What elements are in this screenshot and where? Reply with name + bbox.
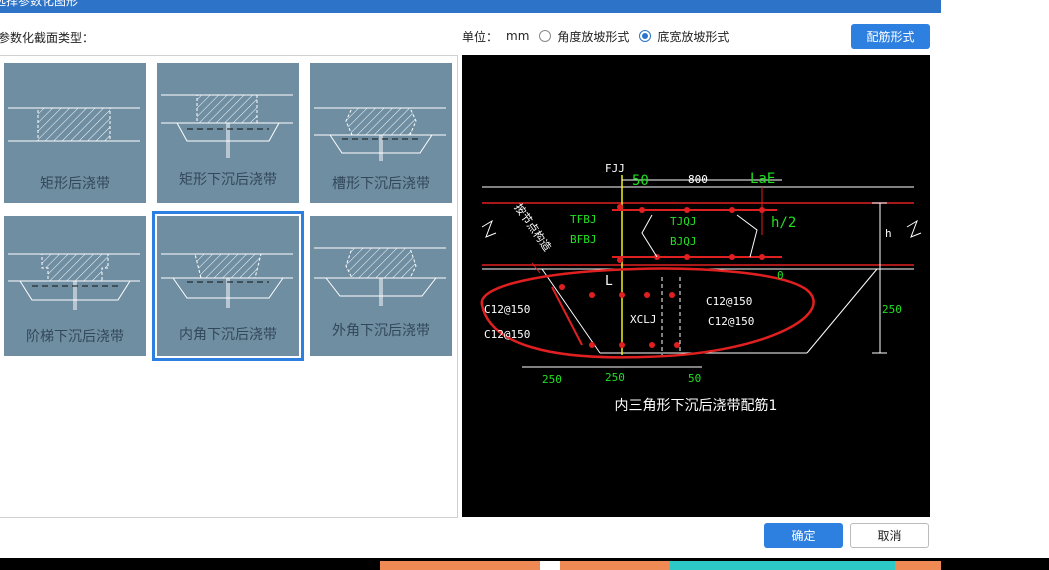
tile-trough-sunk-pour-strip[interactable]: 槽形下沉后浇带 [310, 63, 452, 203]
dialog-title: 选择参数化图形 [0, 0, 79, 8]
tile-inner-corner-sunk-pour-strip[interactable]: 内角下沉后浇带 [152, 211, 304, 361]
zero-label: 0 [777, 269, 784, 282]
h-half-label: h/2 [771, 215, 796, 231]
tile-stepped-sunk-pour-strip[interactable]: 阶梯下沉后浇带 [4, 216, 146, 356]
background-window [941, 0, 1049, 558]
preview-caption: 内三角形下沉后浇带配筋1 [614, 398, 778, 414]
radio-angle-slope[interactable] [539, 30, 552, 42]
section-preview: FJJ 50 800 LaE TFBJ TJQJ h/2 h BFBJ BJQJ… [462, 55, 930, 517]
l-label: L [605, 274, 613, 289]
tile-label: 阶梯下沉后浇带 [26, 329, 124, 345]
unit-value: mm [506, 29, 530, 43]
node-detail-label: 按节点构造 [512, 201, 555, 254]
tile-label: 矩形后浇带 [40, 176, 110, 192]
c12-left-2: C12@150 [484, 328, 530, 341]
fjj-label: FJJ [605, 162, 625, 175]
tile-label: 槽形下沉后浇带 [332, 176, 430, 192]
unit-row: 单位： mm 角度放坡形式 底宽放坡形式 [462, 27, 739, 45]
c12-right-2: C12@150 [708, 315, 754, 328]
bjqj-label: BJQJ [670, 235, 697, 248]
c12-right-1: C12@150 [706, 295, 752, 308]
section-label: 参数化截面类型： [0, 31, 95, 45]
bfbj-label: BFBJ [570, 233, 597, 246]
background-canvas-strip [0, 558, 1049, 570]
dim-50-top: 50 [632, 173, 649, 189]
rebar-form-button[interactable]: 配筋形式 [851, 24, 930, 49]
dim-50-bottom: 50 [688, 372, 701, 385]
xclj-label: XCLJ [630, 313, 657, 326]
cancel-button[interactable]: 取消 [850, 523, 929, 548]
radio-width-slope[interactable] [639, 30, 652, 42]
radio-angle-slope-label[interactable]: 角度放坡形式 [557, 28, 629, 45]
tile-label: 矩形下沉后浇带 [179, 172, 277, 188]
radio-width-slope-label[interactable]: 底宽放坡形式 [657, 28, 729, 45]
dim-250-b: 250 [605, 371, 625, 384]
dim-250-a: 250 [542, 373, 562, 386]
dim-800: 800 [688, 173, 708, 186]
tfbj-label: TFBJ [570, 213, 597, 226]
c12-left-1: C12@150 [484, 303, 530, 316]
rebar-diagram: FJJ 50 800 LaE TFBJ TJQJ h/2 h BFBJ BJQJ… [480, 162, 922, 386]
section-type-grid: 矩形后浇带 矩形下沉后浇带 槽形下沉后浇带 阶梯下沉后浇带 内角下沉后浇带 外角… [0, 55, 458, 518]
tile-rect-sunk-pour-strip[interactable]: 矩形下沉后浇带 [157, 63, 299, 203]
tjqj-label: TJQJ [670, 215, 697, 228]
tile-outer-corner-sunk-pour-strip[interactable]: 外角下沉后浇带 [310, 216, 452, 356]
tile-label: 内角下沉后浇带 [179, 327, 277, 343]
h-label: h [885, 227, 892, 240]
dialog: 选择参数化图形 参数化截面类型： 单位： mm 角度放坡形式 底宽放坡形式 配筋… [0, 0, 941, 558]
unit-label: 单位： [462, 29, 499, 44]
ok-button[interactable]: 确定 [764, 523, 843, 548]
lae-label: LaE [750, 171, 775, 187]
dim-250-right: 250 [882, 303, 902, 316]
tile-label: 外角下沉后浇带 [332, 323, 430, 339]
tile-rect-pour-strip[interactable]: 矩形后浇带 [4, 63, 146, 203]
dialog-titlebar: 选择参数化图形 [0, 0, 941, 13]
